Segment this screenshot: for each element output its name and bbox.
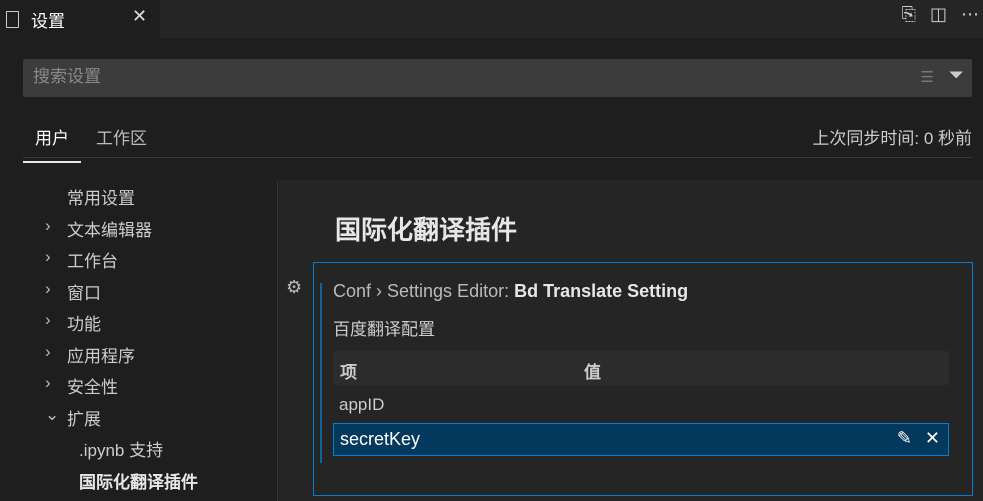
table-row-selected[interactable]: secretKey ✎ ✕	[333, 423, 949, 456]
toc-item[interactable]: .ipynb 支持	[79, 436, 163, 461]
toc-label: 功能	[67, 315, 101, 334]
toc-label: 国际化翻译插件	[79, 472, 198, 492]
tab-user[interactable]: 用户	[23, 124, 81, 163]
more-icon[interactable]: ⋯	[961, 4, 979, 25]
setting-name: Conf › Settings Editor: Bd Translate Set…	[333, 281, 689, 301]
tab-workspace[interactable]: 工作区	[96, 124, 147, 149]
toc-item[interactable]: 国际化翻译插件	[79, 468, 198, 493]
remove-icon[interactable]: ✕	[925, 428, 940, 449]
toc-item[interactable]: › 文本编辑器	[45, 216, 152, 241]
toc-label: 应用程序	[67, 346, 135, 366]
filter-icon[interactable]: ⏷	[949, 65, 964, 87]
modified-indicator	[320, 283, 322, 463]
setting-description: 百度翻译配置	[333, 320, 435, 339]
file-icon	[6, 10, 19, 28]
gear-icon[interactable]: ⚙	[286, 277, 302, 298]
setting-item: Conf › Settings Editor: Bd Translate Set…	[313, 262, 973, 496]
search-box: ☰ ⏷	[23, 59, 972, 97]
chevron-right-icon: ›	[45, 247, 51, 266]
toc-item[interactable]: › 安全性	[45, 373, 118, 398]
toc-label: 常用设置	[67, 189, 135, 208]
edit-icon[interactable]: ✎	[897, 428, 912, 449]
clear-filter-icon[interactable]: ☰	[921, 68, 934, 86]
tab-bar: 设置 ✕ ⎘ ◫ ⋯	[0, 0, 983, 38]
toc-label: 扩展	[67, 409, 101, 429]
toc-item[interactable]: 常用设置	[67, 184, 135, 209]
toc-label: 安全性	[67, 378, 118, 397]
chevron-right-icon: ›	[45, 215, 51, 235]
toc-tree: 常用设置 › 文本编辑器 › 工作台 › 窗口 › 功能 › 应用程序 › 安全性 ⌄ 扩展 .ipynb 支…	[0, 180, 278, 501]
toc-item[interactable]: › 功能	[45, 310, 101, 335]
chevron-right-icon: ›	[45, 278, 51, 298]
section-title: 国际化翻译插件	[335, 215, 518, 245]
tab-title: 设置	[31, 11, 65, 31]
column-value: 值	[584, 363, 601, 382]
chevron-right-icon: ›	[45, 341, 51, 361]
toc-label: 文本编辑器	[67, 220, 152, 240]
toc-label: 窗口	[67, 283, 101, 303]
toc-item[interactable]: › 工作台	[45, 247, 118, 272]
toc-item[interactable]: › 窗口	[45, 279, 101, 304]
row-key: secretKey	[340, 429, 421, 449]
toc-label: 工作台	[67, 252, 118, 271]
search-input[interactable]	[33, 67, 883, 87]
toc-item[interactable]: › 应用程序	[45, 342, 135, 367]
toc-label: .ipynb 支持	[79, 441, 164, 460]
toc-item[interactable]: ⌄ 扩展	[45, 405, 101, 430]
chevron-down-icon: ⌄	[45, 404, 60, 424]
tab-settings[interactable]: 设置 ✕	[0, 0, 160, 38]
open-json-icon[interactable]: ⎘	[902, 4, 916, 25]
table-row[interactable]: appID	[339, 395, 384, 415]
table-header: 项 值	[333, 351, 949, 385]
split-editor-icon[interactable]: ◫	[930, 4, 947, 25]
column-item: 项	[340, 363, 357, 382]
settings-pane: 国际化翻译插件 ⚙ Conf › Settings Editor: Bd Tra…	[279, 180, 983, 501]
chevron-right-icon: ›	[45, 310, 51, 329]
sync-status: 上次同步时间: 0 秒前	[812, 129, 972, 148]
chevron-right-icon: ›	[45, 373, 51, 392]
close-icon[interactable]: ✕	[132, 6, 147, 27]
scope-tabs: 用户 工作区 上次同步时间: 0 秒前	[23, 118, 972, 163]
